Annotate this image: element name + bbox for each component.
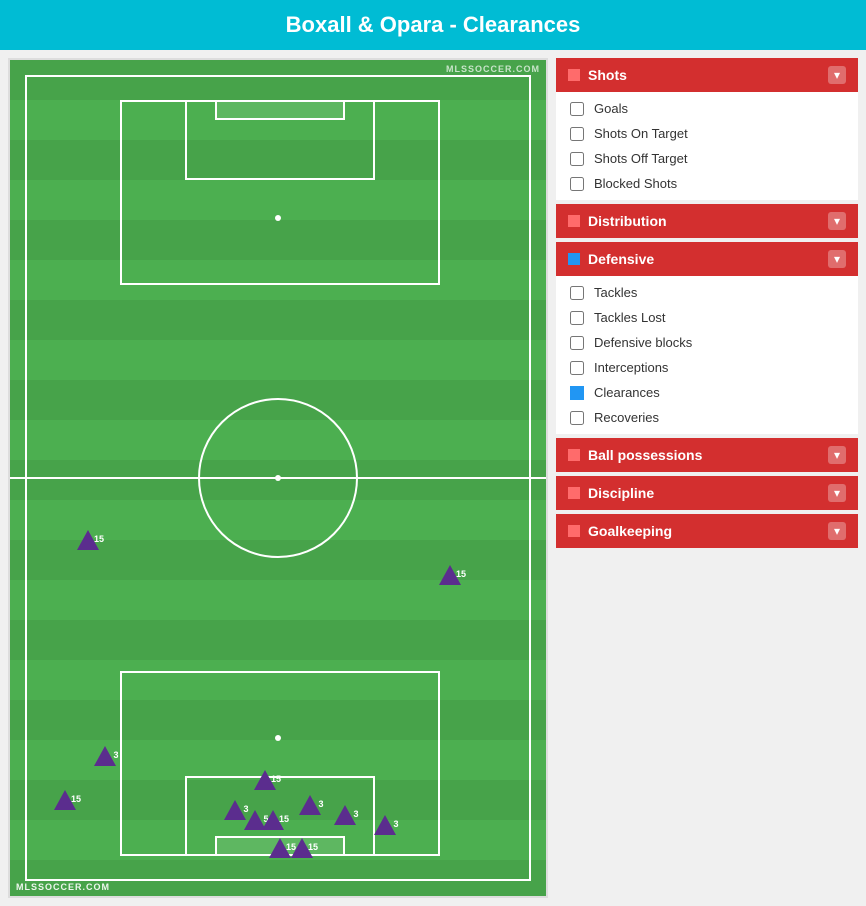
checkbox-interceptions[interactable]: [570, 361, 584, 375]
page-title: Boxall & Opara - Clearances: [286, 12, 581, 37]
list-item: Clearances: [556, 380, 858, 405]
list-item: Tackles: [556, 280, 858, 305]
list-item: Recoveries: [556, 405, 858, 430]
red-square-icon: [568, 215, 580, 227]
list-item: Defensive blocks: [556, 330, 858, 355]
chevron-down-icon: ▾: [828, 66, 846, 84]
item-label: Defensive blocks: [594, 335, 692, 350]
chevron-down-icon: ▾: [828, 522, 846, 540]
item-label: Blocked Shots: [594, 176, 677, 191]
sidebar-section-goalkeeping: Goalkeeping ▾: [556, 514, 858, 548]
page-header: Boxall & Opara - Clearances: [0, 0, 866, 50]
blue-square-icon: [568, 253, 580, 265]
sidebar-section-distribution: Distribution ▾: [556, 204, 858, 238]
sidebar-section-defensive: Defensive ▾ Tackles Tackles Lost Defensive b…: [556, 242, 858, 434]
chevron-down-icon: ▾: [828, 250, 846, 268]
watermark-bottom: MLSSOCCER.COM: [16, 882, 110, 892]
section-header-shots[interactable]: Shots ▾: [556, 58, 858, 92]
checkbox-defensive-blocks[interactable]: [570, 336, 584, 350]
section-body-defensive: Tackles Tackles Lost Defensive blocks Inter…: [556, 276, 858, 434]
red-square-icon: [568, 449, 580, 461]
bottom-penalty-spot: [275, 735, 281, 741]
section-label-defensive: Defensive: [588, 251, 654, 267]
checkbox-tackles-lost[interactable]: [570, 311, 584, 325]
chevron-down-icon: ▾: [828, 484, 846, 502]
item-label: Recoveries: [594, 410, 659, 425]
item-label: Clearances: [594, 385, 660, 400]
sidebar-section-discipline: Discipline ▾: [556, 476, 858, 510]
section-label-ball-possessions: Ball possessions: [588, 447, 702, 463]
checkbox-tackles[interactable]: [570, 286, 584, 300]
section-header-goalkeeping[interactable]: Goalkeeping ▾: [556, 514, 858, 548]
checkbox-blocked-shots[interactable]: [570, 177, 584, 191]
top-penalty-box: [120, 100, 440, 285]
clearances-blue-icon: [570, 386, 584, 400]
chevron-down-icon: ▾: [828, 212, 846, 230]
section-header-defensive[interactable]: Defensive ▾: [556, 242, 858, 276]
list-item: Shots Off Target: [556, 146, 858, 171]
sidebar: Shots ▾ Goals Shots On Target Shots Off Targ…: [556, 58, 858, 898]
section-header-discipline[interactable]: Discipline ▾: [556, 476, 858, 510]
sidebar-section-shots: Shots ▾ Goals Shots On Target Shots Off Targ…: [556, 58, 858, 200]
section-header-ball-possessions[interactable]: Ball possessions ▾: [556, 438, 858, 472]
section-label-discipline: Discipline: [588, 485, 654, 501]
item-label: Tackles: [594, 285, 637, 300]
section-body-shots: Goals Shots On Target Shots Off Target Bloc…: [556, 92, 858, 200]
list-item: Blocked Shots: [556, 171, 858, 196]
item-label: Tackles Lost: [594, 310, 666, 325]
section-label-goalkeeping: Goalkeeping: [588, 523, 672, 539]
section-label-distribution: Distribution: [588, 213, 667, 229]
item-label: Shots Off Target: [594, 151, 687, 166]
sidebar-section-ball-possessions: Ball possessions ▾: [556, 438, 858, 472]
item-label: Shots On Target: [594, 126, 688, 141]
checkbox-recoveries[interactable]: [570, 411, 584, 425]
list-item: Shots On Target: [556, 121, 858, 146]
top-penalty-spot: [275, 215, 281, 221]
item-label: Goals: [594, 101, 628, 116]
soccer-field: MLSSOCCER.COM MLSSOCCER.COM 151531515351…: [8, 58, 548, 898]
red-square-icon: [568, 487, 580, 499]
checkbox-shots-off-target[interactable]: [570, 152, 584, 166]
watermark-top: MLSSOCCER.COM: [446, 64, 540, 74]
list-item: Tackles Lost: [556, 305, 858, 330]
checkbox-goals[interactable]: [570, 102, 584, 116]
sidebar-sections: Shots ▾ Goals Shots On Target Shots Off Targ…: [556, 58, 858, 552]
list-item: Goals: [556, 96, 858, 121]
main-content: MLSSOCCER.COM MLSSOCCER.COM 151531515351…: [0, 50, 866, 906]
section-label-shots: Shots: [588, 67, 627, 83]
center-spot: [275, 475, 281, 481]
red-square-icon: [568, 525, 580, 537]
red-square-icon: [568, 69, 580, 81]
item-label: Interceptions: [594, 360, 668, 375]
list-item: Interceptions: [556, 355, 858, 380]
section-header-distribution[interactable]: Distribution ▾: [556, 204, 858, 238]
checkbox-shots-on-target[interactable]: [570, 127, 584, 141]
chevron-down-icon: ▾: [828, 446, 846, 464]
